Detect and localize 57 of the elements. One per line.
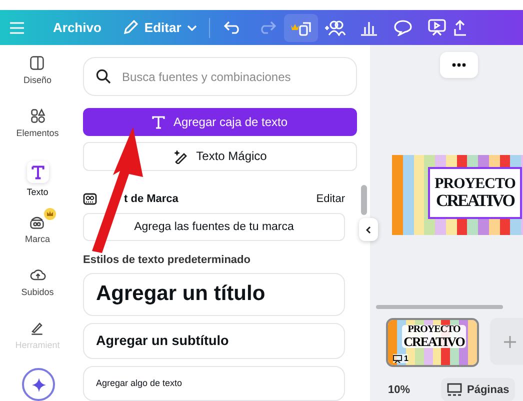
present-icon	[393, 354, 402, 362]
shapes-icon	[30, 108, 46, 124]
add-text-box-button[interactable]: Agregar caja de texto	[83, 108, 357, 136]
pencil-icon	[29, 320, 46, 336]
page-thumbnail[interactable]: PROYECTO CREATIVO 1	[386, 318, 479, 367]
collapse-panel-button[interactable]	[359, 218, 378, 241]
scrollbar-thumb[interactable]	[376, 305, 503, 309]
selected-text-box[interactable]: PROYECTO CREATIVO	[430, 169, 520, 217]
more-options-button[interactable]	[440, 52, 478, 78]
resize-button[interactable]	[284, 14, 318, 42]
comment-icon[interactable]	[394, 20, 412, 36]
add-people-icon[interactable]	[324, 20, 346, 36]
thumbnail-text: PROYECTO	[408, 325, 460, 335]
sidebar-item[interactable]: Marca	[20, 212, 54, 265]
scrollbar-thumb[interactable]	[361, 185, 367, 215]
layout-icon	[29, 55, 46, 71]
share-icon[interactable]	[454, 20, 466, 36]
brand-kit-title: t de Marca	[124, 192, 180, 205]
chart-icon[interactable]	[360, 20, 378, 36]
text-style-option[interactable]: Agregar un título	[83, 272, 345, 316]
more-icon	[452, 63, 466, 67]
magic-text-button[interactable]: Texto Mágico	[83, 142, 357, 171]
design-text: PROYECTO	[434, 177, 516, 192]
pages-icon	[447, 382, 462, 396]
magic-button[interactable]	[22, 368, 55, 401]
design-canvas[interactable]: PROYECTO CREATIVO	[392, 155, 523, 235]
crown-copy-icon	[290, 20, 312, 36]
edit-link[interactable]: Editar	[316, 192, 345, 205]
sidebar-item[interactable]: Elementos	[12, 106, 63, 159]
paint-stripe	[388, 320, 397, 365]
cloud-upload-icon	[30, 267, 46, 283]
text-icon	[152, 116, 166, 129]
chevron-left-icon	[366, 226, 371, 234]
sidebar-item[interactable]: Diseño	[19, 53, 56, 106]
search-icon	[96, 69, 111, 84]
text-style-option[interactable]: Agregar un subtítulo	[83, 322, 345, 359]
pencil-icon	[123, 20, 138, 35]
thumbnail-text: CREATIVO	[404, 335, 464, 348]
search-field[interactable]: Busca fuentes y combinaciones	[83, 57, 357, 96]
sparkle-icon	[30, 376, 46, 392]
sidebar-item[interactable]: Subidos	[17, 265, 58, 318]
brand-kit-icon	[83, 192, 97, 205]
text-style-option[interactable]: Agregar algo de texto	[83, 366, 345, 401]
text-icon	[26, 161, 48, 183]
add-brand-fonts-button[interactable]: Agrega las fuentes de tu marca	[83, 212, 345, 241]
plus-icon	[503, 334, 517, 348]
pages-button[interactable]: Páginas	[441, 378, 516, 401]
paint-stripe	[468, 320, 477, 365]
magic-pen-icon	[173, 148, 188, 164]
sidebar-item[interactable]: Texto	[22, 159, 52, 212]
design-text: CREATIVO	[436, 192, 514, 209]
chevron-down-icon	[187, 24, 198, 30]
brand-kit-icon	[29, 214, 46, 230]
section-heading: Estilos de texto predeterminado	[83, 254, 252, 266]
present-icon[interactable]	[428, 19, 446, 36]
zoom-level: 10%	[388, 384, 410, 396]
page-number: 1	[404, 354, 408, 363]
